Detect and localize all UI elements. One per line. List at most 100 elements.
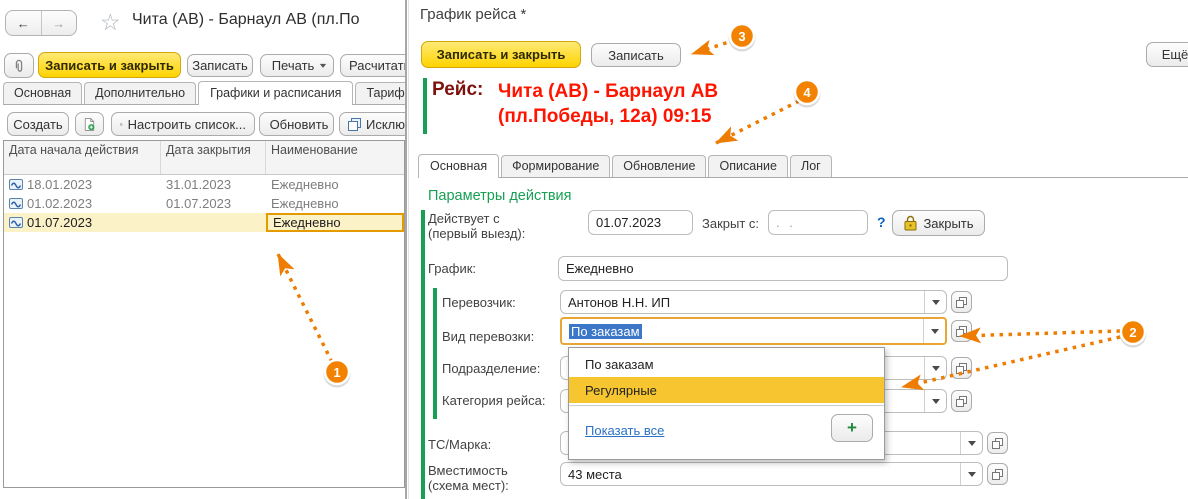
category-label: Категория рейса: <box>442 393 545 408</box>
open-form-icon <box>992 469 1003 480</box>
create-copy-button[interactable] <box>75 112 104 136</box>
tab-formirovanie[interactable]: Формирование <box>501 155 610 177</box>
pages-copy-icon <box>348 118 361 131</box>
back-arrow-icon: ← <box>17 16 30 31</box>
cell-date-end: 01.07.2023 <box>161 194 266 213</box>
open-form-icon <box>992 438 1003 449</box>
save-button[interactable]: Записать <box>591 43 681 67</box>
table-row-selected[interactable]: 01.07.2023 Ежедневно <box>4 213 404 232</box>
print-button[interactable]: Печать <box>260 54 334 77</box>
open-form-icon <box>956 396 967 407</box>
cell-name: Ежедневно <box>266 194 404 213</box>
carrier-label: Перевозчик: <box>442 295 516 310</box>
trip-prefix-label: Рейс: <box>432 79 483 101</box>
dropdown-arrow-icon[interactable] <box>924 291 946 313</box>
dropdown-item-highlighted[interactable]: Регулярные <box>569 377 884 403</box>
carrier-combo[interactable]: Антонов Н.Н. ИП <box>560 290 947 314</box>
paperclip-icon <box>13 58 25 74</box>
schedule-input[interactable]: Ежедневно <box>558 256 1008 281</box>
open-form-icon <box>956 326 967 337</box>
closed-from-input[interactable]: . . <box>768 210 868 235</box>
category-open-button[interactable] <box>951 390 972 412</box>
vehicle-label: ТС/Марка: <box>428 437 491 452</box>
column-header-date-end[interactable]: Дата закрытия <box>161 141 266 174</box>
transport-kind-combo[interactable]: По заказам <box>560 317 947 345</box>
column-header-name[interactable]: Наименование <box>266 141 404 174</box>
dropdown-arrow-icon[interactable] <box>960 463 982 485</box>
tab-tarify[interactable]: Тарифы <box>355 82 405 104</box>
cell-name: Ежедневно <box>266 175 404 194</box>
route-card-tabs: Основная Дополнительно Графики и расписа… <box>3 79 405 105</box>
open-form-icon <box>956 297 967 308</box>
header-accent-bar <box>423 78 427 134</box>
capacity-combo[interactable]: 43 места <box>560 462 983 486</box>
tab-grafiki-i-raspisaniya[interactable]: Графики и расписания <box>198 81 353 105</box>
valid-from-label-2: (первый выезд): <box>428 226 525 241</box>
print-label: Печать <box>272 58 315 73</box>
refresh-button[interactable]: Обновить <box>259 112 334 136</box>
closed-from-placeholder: . . <box>776 215 796 230</box>
dropdown-arrow-icon[interactable] <box>923 319 945 343</box>
save-button[interactable]: Записать <box>187 54 253 77</box>
configure-list-button[interactable]: Настроить список... <box>111 112 255 136</box>
close-period-label: Закрыть <box>923 216 973 231</box>
column-header-date-start[interactable]: Дата начала действия <box>4 141 161 174</box>
close-period-button[interactable]: Закрыть <box>892 210 985 236</box>
exclude-button[interactable]: Исклю <box>339 112 405 136</box>
tab-dopolnitelno[interactable]: Дополнительно <box>84 82 196 104</box>
dropdown-arrow-icon[interactable] <box>924 357 946 379</box>
schedule-icon <box>9 198 23 209</box>
back-button[interactable]: ← <box>6 11 42 35</box>
schedule-label: График: <box>428 261 476 276</box>
dropdown-arrow-icon[interactable] <box>960 432 982 454</box>
new-document-plus-icon <box>84 117 95 132</box>
transport-kind-label: Вид перевозки: <box>442 329 534 344</box>
tab-opisanie[interactable]: Описание <box>708 155 788 177</box>
save-close-button[interactable]: Записать и закрыть <box>421 41 581 68</box>
attachments-button[interactable] <box>4 53 34 78</box>
table-row[interactable]: 01.02.2023 01.07.2023 Ежедневно <box>4 194 404 213</box>
panel-separator-highlight <box>408 0 409 499</box>
division-open-button[interactable] <box>951 357 972 379</box>
valid-from-input[interactable]: 01.07.2023 <box>588 210 693 235</box>
calculate-button[interactable]: Расчитать <box>340 54 405 77</box>
trip-schedule-form: График рейса * Записать и закрыть Записа… <box>418 0 1188 499</box>
tab-obnovlenie[interactable]: Обновление <box>612 155 706 177</box>
table-row[interactable]: 18.01.2023 31.01.2023 Ежедневно <box>4 175 404 194</box>
schedule-icon <box>9 217 23 228</box>
show-all-link[interactable]: Показать все <box>585 423 664 438</box>
tab-log[interactable]: Лог <box>790 155 832 177</box>
cell-name-active: Ежедневно <box>266 213 404 232</box>
route-card-panel: ← → ☆ Чита (АВ) - Барнаул АВ (пл.По Запи… <box>0 0 405 499</box>
table-header: Дата начала действия Дата закрытия Наиме… <box>4 141 404 175</box>
more-button[interactable]: Ещё <box>1146 42 1188 67</box>
valid-from-label: Действует с <box>428 211 500 226</box>
carrier-value: Антонов Н.Н. ИП <box>568 295 924 310</box>
cell-date-start: 01.07.2023 <box>27 215 92 230</box>
capacity-value: 43 места <box>568 467 960 482</box>
nav-history-group: ← → <box>5 10 77 36</box>
section-title: Параметры действия <box>428 188 572 204</box>
dropdown-arrow-icon[interactable] <box>924 390 946 412</box>
tab-osnovnaya[interactable]: Основная <box>3 82 82 104</box>
panel-separator[interactable] <box>405 0 407 499</box>
trip-route-line1: Чита (АВ) - Барнаул АВ <box>498 79 718 104</box>
section-accent-bar <box>421 210 425 499</box>
dropdown-item[interactable]: По заказам <box>569 351 884 377</box>
help-icon[interactable]: ? <box>877 214 886 230</box>
carrier-open-button[interactable] <box>951 291 972 313</box>
vehicle-open-button[interactable] <box>987 432 1008 454</box>
configure-list-label: Настроить список... <box>128 117 246 132</box>
add-new-button[interactable]: + <box>831 414 873 442</box>
lock-icon <box>903 215 918 231</box>
tab-osnovnaya[interactable]: Основная <box>418 154 499 178</box>
transport-kind-dropdown: По заказам Регулярные Показать все + <box>568 347 885 460</box>
save-close-button[interactable]: Записать и закрыть <box>38 52 181 78</box>
forward-button[interactable]: → <box>42 11 77 35</box>
transport-kind-open-button[interactable] <box>951 320 972 342</box>
refresh-label: Обновить <box>270 117 329 132</box>
capacity-open-button[interactable] <box>987 463 1008 485</box>
window-title: Чита (АВ) - Барнаул АВ (пл.По <box>132 11 405 29</box>
favorite-star-icon[interactable]: ☆ <box>100 9 121 36</box>
create-button[interactable]: Создать <box>7 112 69 136</box>
